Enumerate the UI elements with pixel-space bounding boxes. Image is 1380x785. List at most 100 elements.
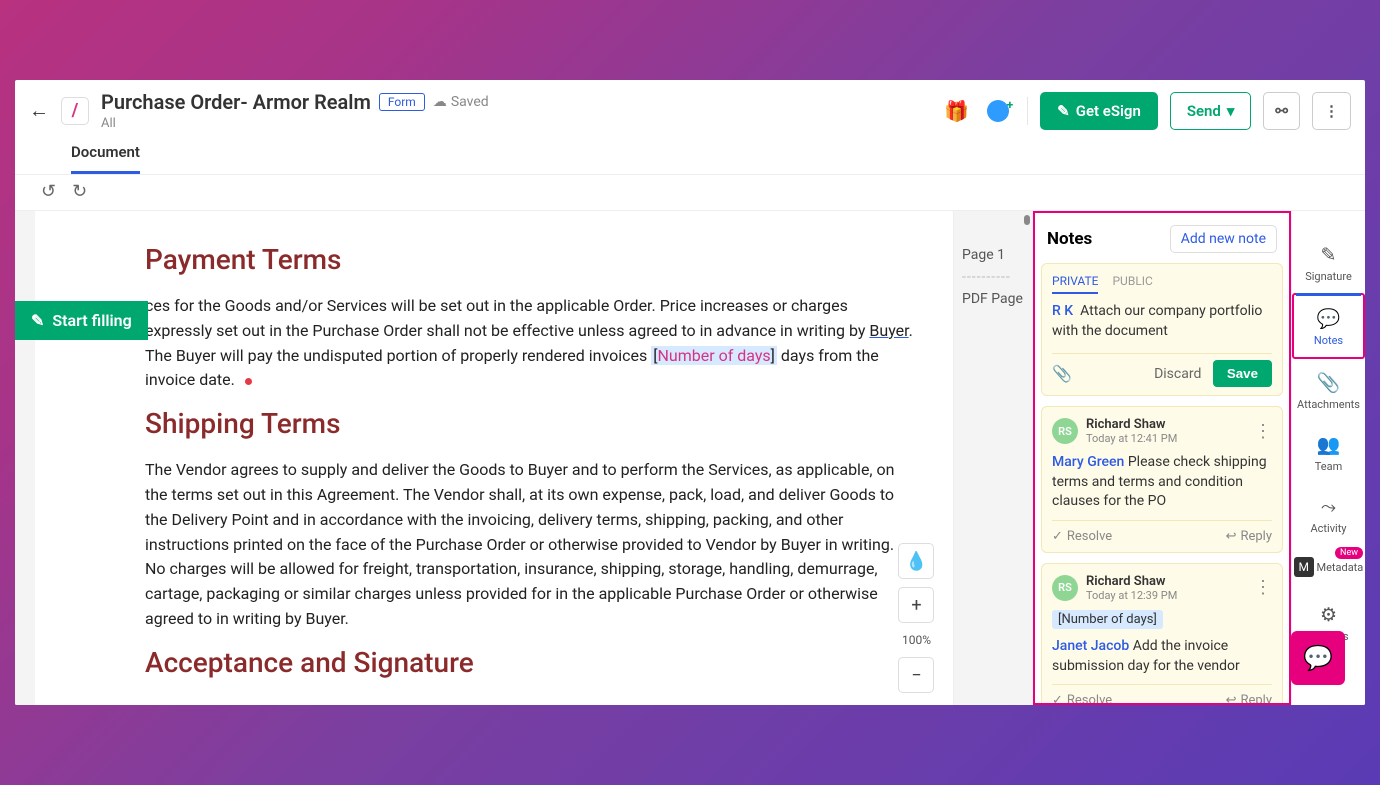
page-navigator[interactable]: Page 1 ---------- PDF Page xyxy=(953,211,1033,705)
note-footer: ✓ Resolve ↩ Reply xyxy=(1052,684,1272,705)
get-esign-label: Get eSign xyxy=(1076,102,1141,120)
send-button[interactable]: Send ▾ xyxy=(1170,92,1252,130)
note-tab-public[interactable]: PUBLIC xyxy=(1112,274,1152,294)
notes-header: Notes Add new note xyxy=(1041,221,1283,263)
subtitle: All xyxy=(101,116,489,131)
mention[interactable]: Janet Jacob xyxy=(1052,638,1129,654)
compose-actions: 📎 Discard Save xyxy=(1052,353,1272,395)
header: ← / Purchase Order- Armor Realm Form ☁ S… xyxy=(15,80,1365,131)
header-actions: ✎ Get eSign Send ▾ ⚯ ⋮ xyxy=(1040,92,1351,130)
save-note-button[interactable]: Save xyxy=(1213,360,1272,387)
chat-fab[interactable]: 💬 xyxy=(1291,631,1345,685)
mention[interactable]: Mary Green xyxy=(1052,454,1124,470)
cloud-icon: ☁ xyxy=(433,94,447,110)
zoom-percent: 100% xyxy=(898,631,935,649)
zoom-out-button[interactable]: − xyxy=(898,657,934,693)
attachments-icon: 📎 xyxy=(1292,371,1365,394)
section-shipping-terms: Shipping Terms xyxy=(145,407,917,440)
body: ✎ Start filling Payment Terms ces for th… xyxy=(15,211,1365,705)
resolve-button[interactable]: ✓ Resolve xyxy=(1052,529,1112,544)
chevron-down-icon: ▾ xyxy=(1227,102,1235,120)
zoom-in-button[interactable]: + xyxy=(898,587,934,623)
note-card: RS Richard Shaw Today at 12:39 PM ⋮ [Num… xyxy=(1041,563,1283,705)
rail-notes[interactable]: 💬 Notes xyxy=(1292,293,1365,359)
document-title: Purchase Order- Armor Realm xyxy=(101,90,371,114)
reply-button[interactable]: ↩ Reply xyxy=(1226,693,1272,705)
note-card: RS Richard Shaw Today at 12:41 PM ⋮ Mary… xyxy=(1041,406,1283,553)
note-visibility-tabs: PRIVATE PUBLIC xyxy=(1052,274,1272,294)
note-time: Today at 12:39 PM xyxy=(1086,589,1246,602)
notes-icon: 💬 xyxy=(1294,307,1363,330)
pen-icon: ✎ xyxy=(31,311,44,330)
attach-icon[interactable]: 📎 xyxy=(1052,364,1072,383)
redo-button[interactable]: ↻ xyxy=(72,181,87,202)
undo-button[interactable]: ↺ xyxy=(41,181,56,202)
get-esign-button[interactable]: ✎ Get eSign xyxy=(1040,92,1158,130)
start-filling-label: Start filling xyxy=(52,311,131,330)
saved-label: Saved xyxy=(451,94,489,110)
note-body: Mary Green Please check shipping terms a… xyxy=(1052,453,1272,512)
add-user-icon[interactable] xyxy=(987,100,1009,122)
note-menu-button[interactable]: ⋮ xyxy=(1254,584,1272,591)
separator xyxy=(1027,97,1028,125)
buyer-ref: Buyer xyxy=(869,321,908,340)
document-type-icon: / xyxy=(61,97,89,125)
note-menu-button[interactable]: ⋮ xyxy=(1254,428,1272,435)
page-separator: ---------- xyxy=(962,269,1024,285)
header-icons: 🎁 xyxy=(944,99,1015,123)
avatar: RS xyxy=(1052,575,1078,601)
team-icon: 👥 xyxy=(1292,433,1365,456)
signature-icon: ✎ xyxy=(1057,102,1070,120)
back-button[interactable]: ← xyxy=(29,98,49,123)
document-page[interactable]: Payment Terms ces for the Goods and/or S… xyxy=(35,211,953,705)
section-acceptance: Acceptance and Signature xyxy=(145,646,917,679)
settings-icon: ⚙ xyxy=(1292,603,1365,626)
activity-icon: ⤳ xyxy=(1292,495,1365,518)
tabs-row: Document xyxy=(15,131,1365,174)
rail-signature[interactable]: ✎ Signature xyxy=(1292,231,1365,293)
pdf-page-link[interactable]: PDF Page xyxy=(962,291,1024,307)
gift-icon[interactable]: 🎁 xyxy=(944,99,969,123)
discard-button[interactable]: Discard xyxy=(1154,366,1201,382)
payment-terms-paragraph: ces for the Goods and/or Services will b… xyxy=(145,294,917,393)
notes-panel: Notes Add new note PRIVATE PUBLIC R K At… xyxy=(1033,211,1291,705)
saved-status: ☁ Saved xyxy=(433,94,489,110)
signature-icon: ✎ xyxy=(1292,243,1365,266)
note-author: Richard Shaw xyxy=(1086,417,1246,432)
more-menu-button[interactable]: ⋮ xyxy=(1312,92,1351,130)
chat-icon: 💬 xyxy=(1303,644,1333,672)
metadata-icon: M xyxy=(1294,557,1314,577)
fill-color-button[interactable]: 💧 xyxy=(898,543,934,579)
rail-attachments[interactable]: 📎 Attachments xyxy=(1292,359,1365,421)
app-window: ← / Purchase Order- Armor Realm Form ☁ S… xyxy=(15,80,1365,705)
comment-marker-icon[interactable] xyxy=(245,378,252,385)
note-footer: ✓ Resolve ↩ Reply xyxy=(1052,520,1272,552)
note-author: Richard Shaw xyxy=(1086,574,1246,589)
rail-team[interactable]: 👥 Team xyxy=(1292,421,1365,483)
reply-button[interactable]: ↩ Reply xyxy=(1226,529,1272,544)
kebab-icon: ⋮ xyxy=(1324,102,1339,120)
note-tab-private[interactable]: PRIVATE xyxy=(1052,274,1098,294)
share-icon: ⚯ xyxy=(1275,102,1288,120)
avatar: RS xyxy=(1052,418,1078,444)
start-filling-button[interactable]: ✎ Start filling xyxy=(15,301,148,340)
document-area: Payment Terms ces for the Goods and/or S… xyxy=(15,211,1033,705)
notes-title: Notes xyxy=(1047,229,1092,249)
note-time: Today at 12:41 PM xyxy=(1086,432,1246,445)
zoom-controls: 💧 + 100% − xyxy=(898,543,935,693)
page-1-link[interactable]: Page 1 xyxy=(962,247,1024,263)
rail-metadata[interactable]: New M Metadata xyxy=(1292,545,1365,591)
note-body: Janet Jacob Add the invoice submission d… xyxy=(1052,637,1272,676)
share-button[interactable]: ⚯ xyxy=(1263,92,1300,130)
section-payment-terms: Payment Terms xyxy=(145,243,917,276)
new-badge: New xyxy=(1335,547,1363,559)
shipping-terms-paragraph: The Vendor agrees to supply and deliver … xyxy=(145,458,917,632)
scroll-thumb[interactable] xyxy=(1024,215,1030,225)
resolve-button[interactable]: ✓ Resolve xyxy=(1052,693,1112,705)
add-note-button[interactable]: Add new note xyxy=(1170,225,1277,253)
reference-pill[interactable]: [Number of days] xyxy=(1052,610,1163,629)
note-compose-text[interactable]: R K Attach our company portfolio with th… xyxy=(1052,302,1272,341)
rail-activity[interactable]: ⤳ Activity xyxy=(1292,483,1365,545)
num-days-placeholder[interactable]: [Number of days] xyxy=(651,346,777,365)
tab-document[interactable]: Document xyxy=(71,131,140,174)
